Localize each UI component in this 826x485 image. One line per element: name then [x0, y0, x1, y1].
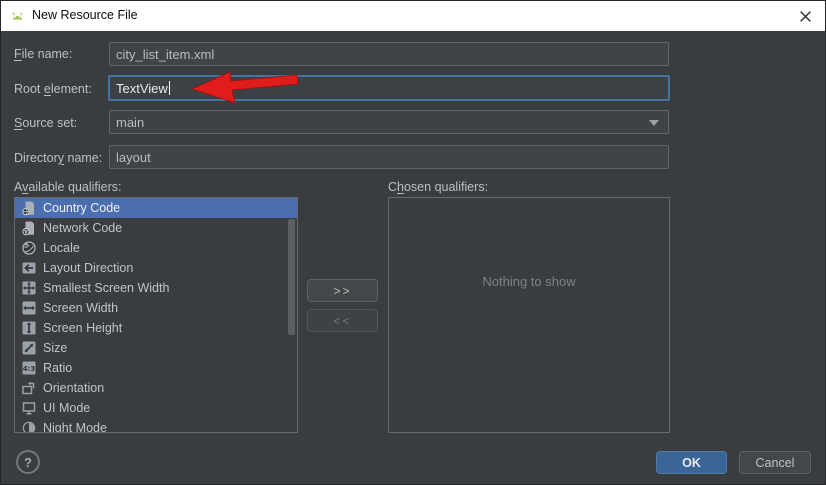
layout-direction-icon [21, 260, 37, 276]
qualifier-item[interactable]: Country Code [15, 198, 297, 218]
qualifier-label: Orientation [43, 381, 105, 395]
screen-width-icon [21, 300, 37, 316]
qualifier-item[interactable]: Size [15, 338, 297, 358]
directory-name-label: Directory name: [14, 151, 103, 165]
qualifier-item[interactable]: 4:3 Ratio [15, 358, 297, 378]
smallest-screen-width-icon [21, 280, 37, 296]
dialog-title: New Resource File [32, 8, 138, 22]
qualifier-label: Ratio [43, 361, 73, 375]
root-element-input[interactable]: TextView [108, 75, 670, 101]
qualifier-label: Smallest Screen Width [43, 281, 170, 295]
add-qualifier-button[interactable]: >> [307, 279, 378, 302]
directory-name-input[interactable]: layout [109, 145, 669, 169]
ratio-icon: 4:3 [21, 360, 37, 376]
size-icon [21, 340, 37, 356]
network-code-icon [21, 220, 37, 236]
ok-button[interactable]: OK [656, 451, 727, 474]
qualifier-item[interactable]: Network Code [15, 218, 297, 238]
qualifier-item[interactable]: UI Mode [15, 398, 297, 418]
titlebar: New Resource File [1, 1, 825, 31]
orientation-icon [21, 380, 37, 396]
qualifier-label: Layout Direction [43, 261, 134, 275]
empty-state-text: Nothing to show [482, 274, 576, 289]
qualifier-label: UI Mode [43, 401, 91, 415]
chosen-qualifiers-panel: Nothing to show [388, 197, 670, 433]
qualifier-item[interactable]: Layout Direction [15, 258, 297, 278]
qualifier-label: Locale [43, 241, 80, 255]
source-set-label: Source set: [14, 116, 78, 130]
source-set-dropdown[interactable]: main [109, 110, 669, 134]
android-icon [10, 9, 25, 24]
qualifier-item[interactable]: Screen Height [15, 318, 297, 338]
qualifier-label: Size [43, 341, 68, 355]
svg-text:4:3: 4:3 [23, 365, 36, 373]
qualifier-item[interactable]: Smallest Screen Width [15, 278, 297, 298]
screen-height-icon [21, 320, 37, 336]
help-button[interactable]: ? [16, 450, 40, 474]
night-mode-icon [21, 420, 37, 432]
qualifier-label: Screen Width [43, 301, 119, 315]
available-qualifiers-list[interactable]: Country Code Network Code Locale Layout Dir… [14, 197, 298, 433]
close-icon[interactable] [793, 4, 817, 28]
qualifier-item[interactable]: Night Mode [15, 418, 297, 433]
qualifier-label: Screen Height [43, 321, 123, 335]
scrollbar[interactable] [288, 219, 295, 335]
qualifier-item[interactable]: Screen Width [15, 298, 297, 318]
qualifier-label: Night Mode [43, 421, 107, 433]
remove-qualifier-button[interactable]: << [307, 309, 378, 332]
ui-mode-icon [21, 400, 37, 416]
root-element-label: Root element: [14, 82, 92, 96]
text-caret [168, 81, 171, 95]
qualifier-label: Country Code [43, 201, 121, 215]
file-name-input[interactable]: city_list_item.xml [109, 42, 669, 66]
locale-icon [21, 240, 37, 256]
chosen-qualifiers-label: Chosen qualifiers: [388, 180, 489, 194]
qualifier-item[interactable]: Locale [15, 238, 297, 258]
qualifier-item[interactable]: Orientation [15, 378, 297, 398]
new-resource-file-dialog: New Resource File File name: city_list_i… [0, 0, 826, 485]
cancel-button[interactable]: Cancel [739, 451, 811, 474]
available-qualifiers-label: Available qualifiers: [14, 180, 122, 194]
file-name-label: File name: [14, 47, 73, 61]
country-code-icon [21, 200, 37, 216]
qualifier-label: Network Code [43, 221, 123, 235]
chevron-down-icon [649, 120, 659, 126]
